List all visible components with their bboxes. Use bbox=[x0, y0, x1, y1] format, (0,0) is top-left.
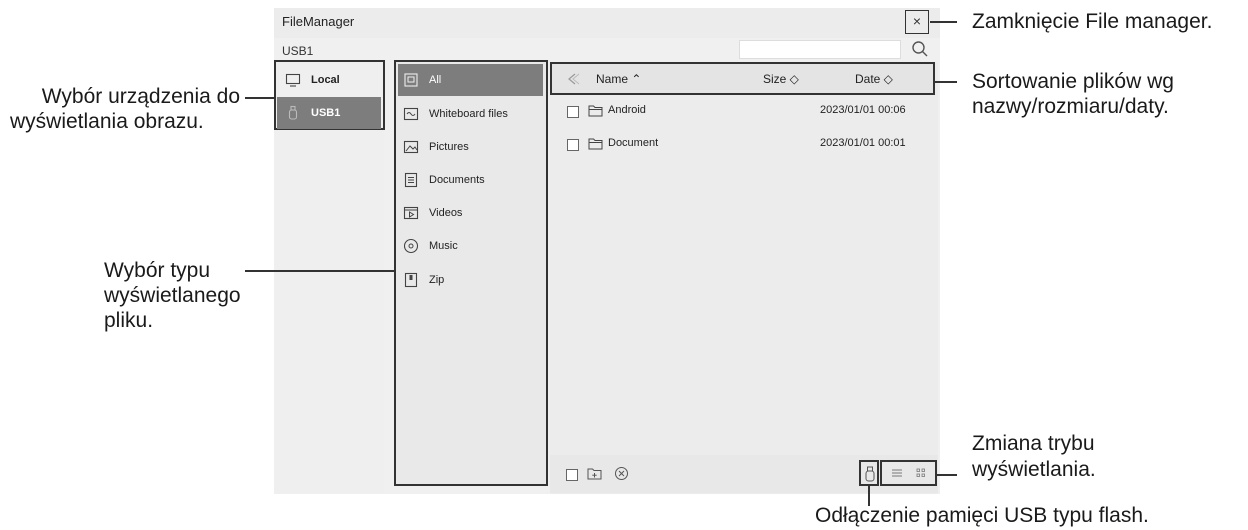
whiteboard-icon bbox=[403, 107, 419, 121]
category-pictures[interactable]: Pictures bbox=[398, 131, 543, 163]
usb-drive-icon bbox=[288, 105, 298, 120]
callout-sort-text-line1: Sortowanie plików wg bbox=[972, 70, 1174, 93]
search-icon[interactable] bbox=[911, 40, 929, 58]
new-folder-icon[interactable] bbox=[587, 466, 602, 481]
search-input[interactable] bbox=[739, 40, 901, 59]
cancel-icon[interactable] bbox=[614, 466, 629, 481]
back-icon[interactable] bbox=[566, 72, 582, 86]
device-item-usb1[interactable]: USB1 bbox=[277, 97, 381, 129]
video-icon bbox=[403, 206, 419, 220]
monitor-icon bbox=[285, 73, 301, 87]
all-files-icon bbox=[404, 73, 418, 87]
callout-type-text-line1: Wybór typu bbox=[104, 259, 211, 282]
callout-close-text: Zamknięcie File manager. bbox=[972, 10, 1213, 33]
callout-line-device bbox=[245, 97, 274, 99]
eject-usb-button[interactable] bbox=[859, 460, 879, 486]
document-icon bbox=[404, 172, 418, 188]
callout-type-text-line3: pliku. bbox=[104, 309, 154, 332]
folder-icon bbox=[588, 105, 603, 117]
device-label: USB1 bbox=[311, 107, 341, 119]
folder-icon bbox=[588, 138, 603, 150]
callout-device-text-line2: wyświetlania obrazu. bbox=[10, 110, 204, 133]
select-all-checkbox[interactable] bbox=[566, 469, 578, 481]
row-checkbox[interactable] bbox=[567, 106, 579, 118]
callout-usb-text: Odłączenie pamięci USB typu flash. bbox=[815, 504, 1149, 527]
category-all[interactable]: All bbox=[398, 64, 543, 96]
table-row[interactable]: Document 2023/01/01 00:01 bbox=[552, 131, 933, 161]
category-label: Zip bbox=[429, 274, 445, 286]
picture-icon bbox=[403, 140, 419, 154]
callout-line-close bbox=[930, 21, 957, 23]
callout-sort-text-line2: nazwy/rozmiaru/daty. bbox=[972, 95, 1169, 118]
usb-eject-icon bbox=[865, 466, 875, 482]
callout-view-text-line1: Zmiana trybu bbox=[972, 432, 1095, 455]
category-label: All bbox=[429, 74, 442, 86]
view-mode-toggle[interactable] bbox=[880, 460, 937, 486]
category-label: Whiteboard files bbox=[429, 108, 508, 120]
grid-view-icon[interactable] bbox=[915, 468, 927, 478]
sort-by-date[interactable]: Date ◇ bbox=[855, 72, 893, 86]
file-name: Android bbox=[608, 104, 646, 116]
category-label: Pictures bbox=[429, 141, 469, 153]
category-whiteboard[interactable]: Whiteboard files bbox=[398, 98, 543, 130]
zip-icon bbox=[404, 272, 418, 288]
category-videos[interactable]: Videos bbox=[398, 197, 543, 229]
close-button[interactable]: × bbox=[905, 10, 929, 34]
category-zip[interactable]: Zip bbox=[398, 264, 543, 296]
file-date: 2023/01/01 00:06 bbox=[820, 104, 906, 116]
file-date: 2023/01/01 00:01 bbox=[820, 137, 906, 149]
sort-by-name[interactable]: Name ⌃ bbox=[596, 72, 641, 86]
list-view-icon[interactable] bbox=[891, 468, 903, 478]
category-documents[interactable]: Documents bbox=[398, 164, 543, 196]
callout-type-text-line2: wyświetlanego bbox=[104, 284, 241, 307]
category-label: Videos bbox=[429, 207, 463, 219]
category-music[interactable]: Music bbox=[398, 230, 543, 262]
window-title: FileManager bbox=[282, 14, 355, 29]
current-location: USB1 bbox=[282, 44, 314, 58]
music-icon bbox=[403, 238, 419, 254]
category-label: Music bbox=[429, 240, 458, 252]
callout-line-view bbox=[937, 474, 957, 476]
file-name: Document bbox=[608, 137, 659, 149]
device-item-local[interactable]: Local bbox=[277, 64, 381, 96]
callout-view-text-line2: wyświetlania. bbox=[972, 458, 1096, 481]
callout-device-text-line1: Wybór urządzenia do bbox=[41, 85, 240, 108]
callout-line-sort bbox=[935, 81, 957, 83]
device-label: Local bbox=[311, 74, 340, 86]
sort-by-size[interactable]: Size ◇ bbox=[763, 72, 799, 86]
category-label: Documents bbox=[429, 174, 485, 186]
row-checkbox[interactable] bbox=[567, 139, 579, 151]
callout-line-type bbox=[245, 270, 394, 272]
table-row[interactable]: Android 2023/01/01 00:06 bbox=[552, 98, 933, 128]
title-bar bbox=[274, 8, 940, 38]
